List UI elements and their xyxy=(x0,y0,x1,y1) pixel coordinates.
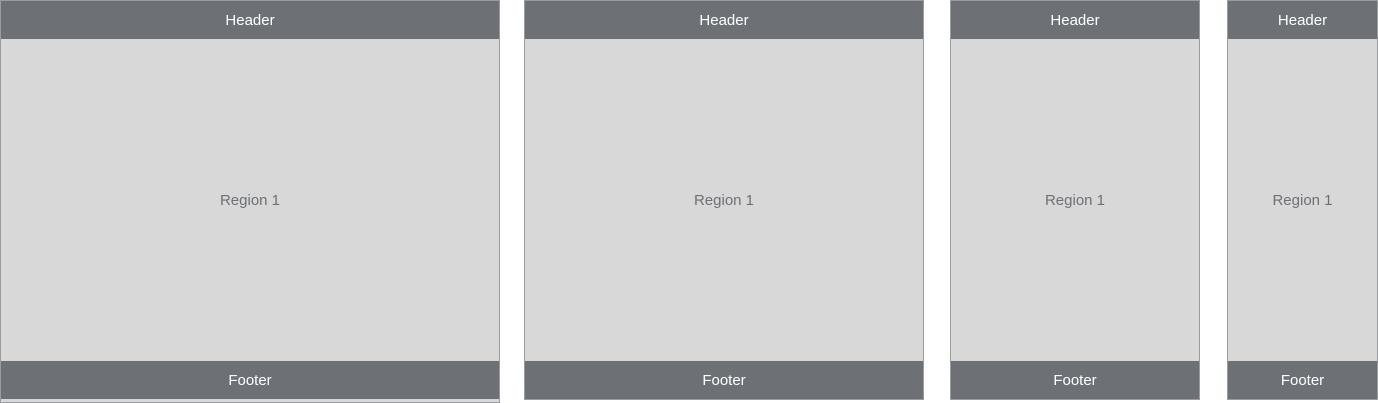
panel-footer: Footer xyxy=(1,361,499,399)
panel-region: Region 1 xyxy=(525,39,923,361)
panel-region: Region 1 xyxy=(1,39,499,361)
panel-header: Header xyxy=(1228,1,1377,39)
panel-header: Header xyxy=(525,1,923,39)
panel-region: Region 1 xyxy=(951,39,1199,361)
layout-panel-2: Header Region 1 Footer xyxy=(524,0,924,400)
layout-canvas: Header Region 1 Footer Header Region 1 F… xyxy=(0,0,1378,403)
panel-header: Header xyxy=(1,1,499,39)
panel-footer: Footer xyxy=(951,361,1199,399)
panel-footer: Footer xyxy=(525,361,923,399)
panel-region: Region 1 xyxy=(1228,39,1377,361)
layout-panel-1: Header Region 1 Footer xyxy=(0,0,500,403)
layout-panel-3: Header Region 1 Footer xyxy=(950,0,1200,400)
panel-header: Header xyxy=(951,1,1199,39)
layout-panel-4: Header Region 1 Footer xyxy=(1227,0,1378,400)
panel-footer: Footer xyxy=(1228,361,1377,399)
